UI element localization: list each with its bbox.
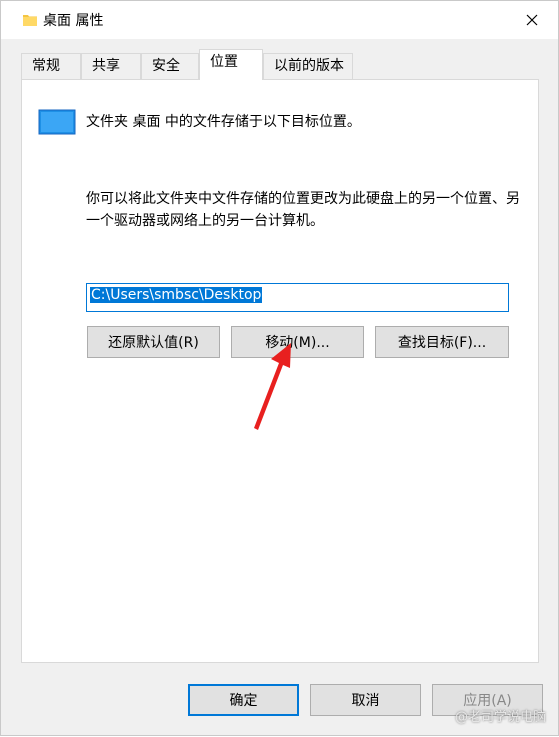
title-bar: 桌面 属性 [1, 1, 558, 39]
location-intro-text: 文件夹 桌面 中的文件存储于以下目标位置。 [86, 114, 361, 130]
tab-location[interactable]: 位置 [199, 49, 263, 80]
folder-path-input[interactable]: C:\Users\smbsc\Desktop [86, 283, 509, 312]
restore-default-button[interactable]: 还原默认值(R) [87, 326, 220, 358]
folder-path-value: C:\Users\smbsc\Desktop [90, 287, 263, 303]
move-button[interactable]: 移动(M)... [231, 326, 364, 358]
cancel-button[interactable]: 取消 [310, 684, 421, 716]
close-icon [526, 14, 538, 26]
find-target-button[interactable]: 查找目标(F)... [375, 326, 509, 358]
tab-security[interactable]: 安全 [141, 53, 199, 79]
tab-previous-versions[interactable]: 以前的版本 [263, 53, 353, 79]
ok-button[interactable]: 确定 [188, 684, 299, 716]
desktop-folder-icon [38, 109, 76, 135]
properties-dialog: 桌面 属性 常规 共享 安全 位置 以前的版本 文件夹 桌面 中的文件存储于以下… [0, 0, 559, 736]
folder-icon [23, 15, 37, 26]
close-button[interactable] [506, 1, 558, 39]
window-title: 桌面 属性 [43, 13, 104, 29]
tab-general[interactable]: 常规 [21, 53, 81, 79]
watermark-text: @老司学说电脑 [454, 710, 546, 725]
location-description: 你可以将此文件夹中文件存储的位置更改为此硬盘上的另一个位置、另一个驱动器或网络上… [86, 191, 520, 229]
tab-sharing[interactable]: 共享 [81, 53, 141, 79]
location-panel: 文件夹 桌面 中的文件存储于以下目标位置。 你可以将此文件夹中文件存储的位置更改… [21, 79, 539, 663]
